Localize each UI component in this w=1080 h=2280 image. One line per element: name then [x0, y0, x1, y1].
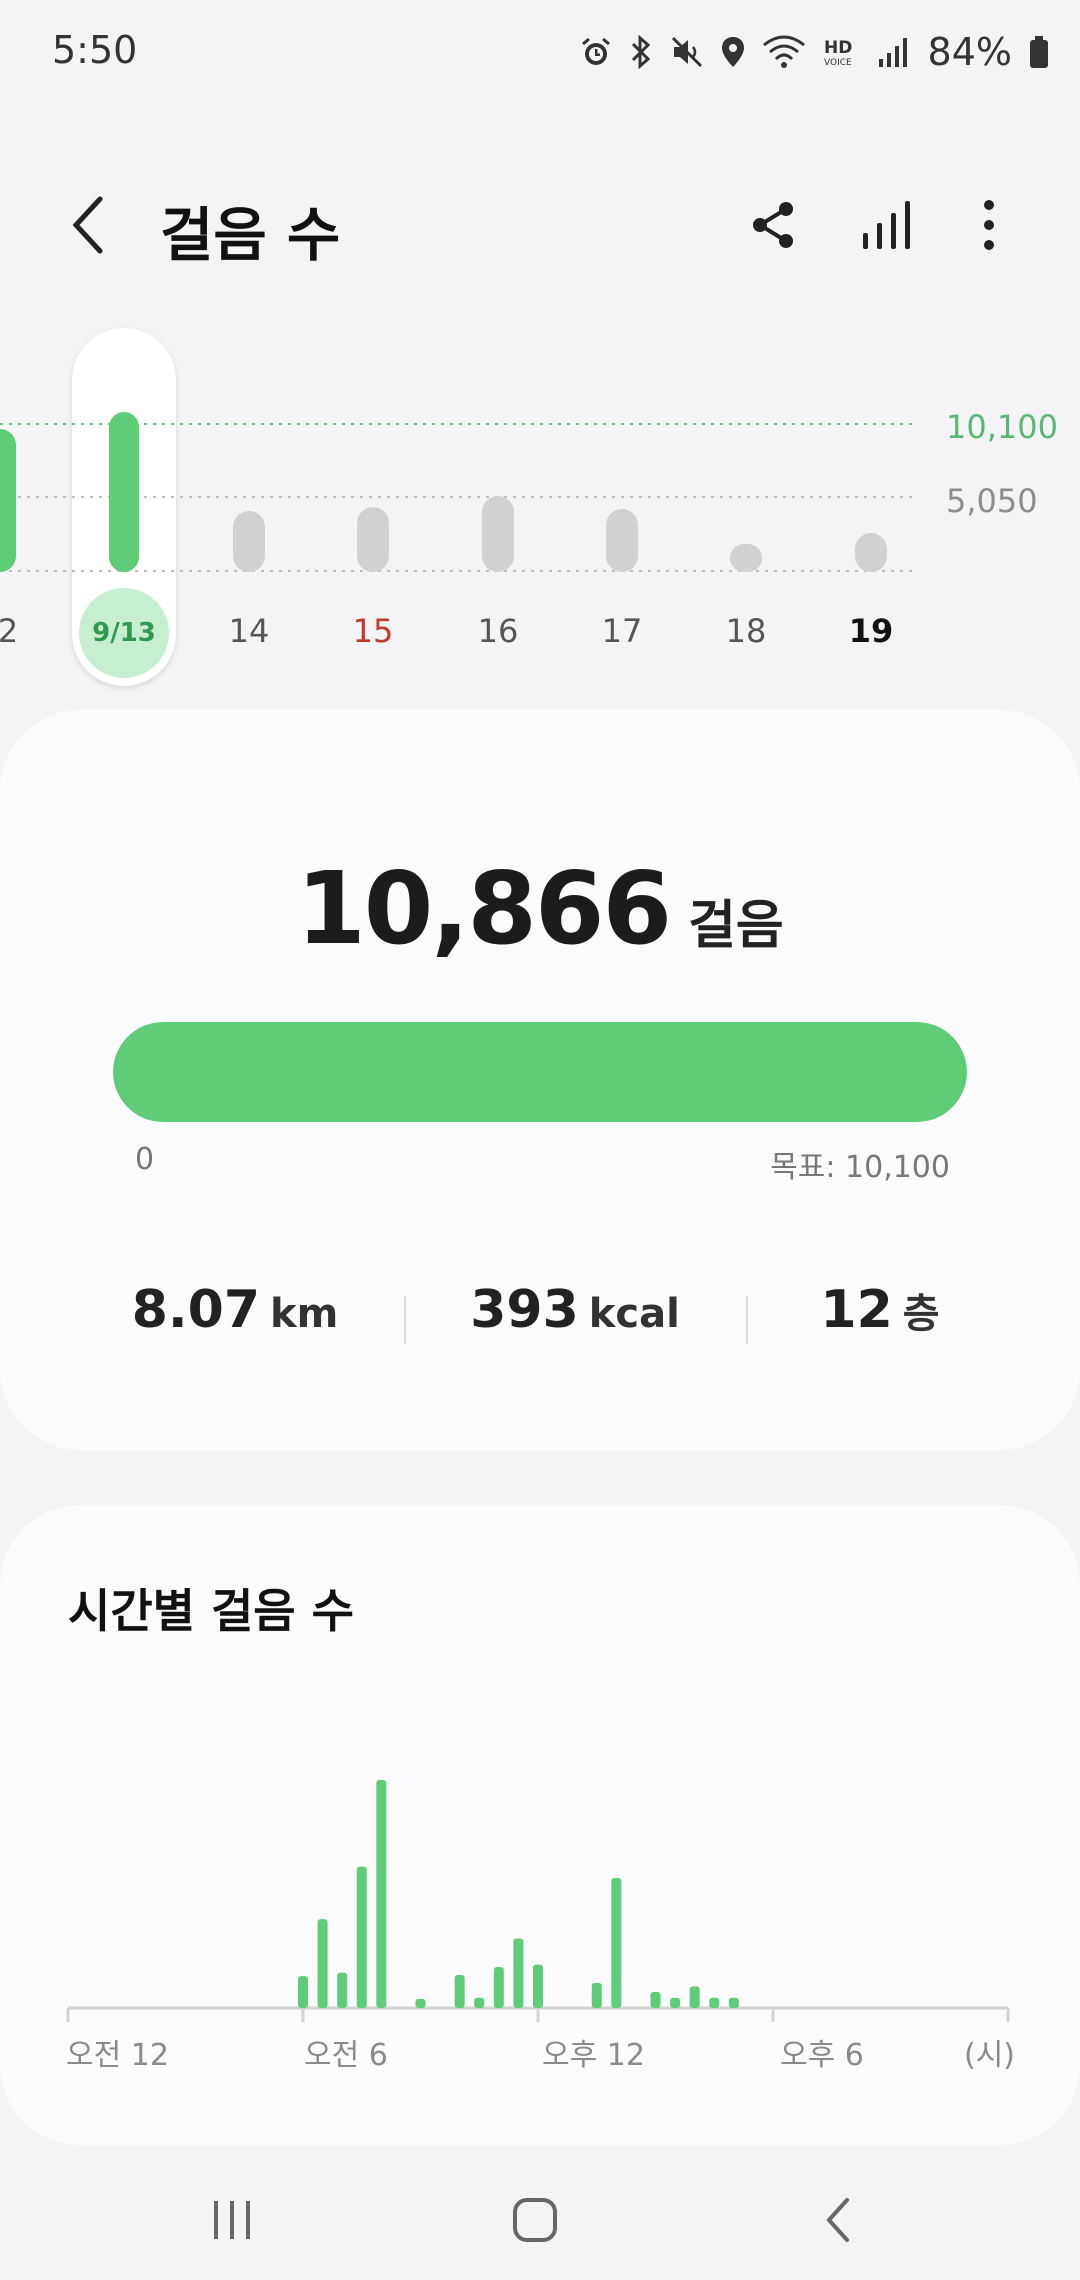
hd-voice-icon: HD VOICE	[822, 35, 862, 69]
distance-unit: km	[270, 1291, 339, 1337]
floors-value: 12	[820, 1280, 893, 1340]
day-bar-1[interactable]	[109, 412, 139, 572]
hourly-bar-17	[728, 1997, 739, 2008]
day-bar-2[interactable]	[233, 510, 265, 572]
trends-button[interactable]	[852, 190, 922, 260]
calories-stat: 393 kcal	[405, 1280, 745, 1340]
floors-unit: 층	[902, 1291, 940, 1337]
day-bar-3[interactable]	[357, 506, 389, 572]
hourly-bar-6	[454, 1974, 465, 2008]
recents-icon	[214, 2201, 250, 2239]
steps-summary-card: 10,866 걸음 0 목표: 10,100 8.07 km 393 kcal 12 층	[0, 710, 1080, 1450]
status-icons: HD VOICE 84%	[580, 28, 1050, 76]
day-bar-5[interactable]	[606, 509, 638, 572]
hourly-bar-3	[356, 1866, 367, 2008]
back-icon	[72, 196, 103, 254]
wifi-icon	[762, 35, 806, 69]
distance-value: 8.07	[131, 1280, 261, 1340]
svg-text:HD: HD	[824, 38, 852, 58]
home-button[interactable]	[475, 2180, 595, 2260]
day-label-7[interactable]: 19	[821, 612, 921, 650]
home-icon	[513, 2198, 557, 2242]
recents-button[interactable]	[172, 2180, 292, 2260]
hourly-bar-14	[670, 1997, 681, 2008]
activity-stats: 8.07 km 393 kcal 12 층	[0, 1280, 1080, 1370]
back-button[interactable]	[58, 190, 118, 260]
weekly-steps-chart: 10,100 5,050 2 14 15 16 17 18 19 9/13	[0, 320, 1080, 700]
day-bar-6[interactable]	[730, 544, 762, 572]
app-header: 걸음 수	[0, 170, 1080, 280]
hourly-bar-8	[493, 1966, 504, 2008]
x-label-unit: (시)	[964, 2038, 1016, 2073]
day-bar-7[interactable]	[855, 532, 887, 572]
battery-icon	[1028, 35, 1050, 69]
system-nav-bar	[0, 2160, 1080, 2280]
day-bar-0[interactable]	[0, 429, 16, 572]
more-options-button[interactable]	[954, 190, 1024, 260]
hourly-bar-0	[298, 1976, 308, 2008]
hourly-bar-1	[317, 1919, 328, 2008]
day-label-4[interactable]: 16	[448, 612, 548, 650]
svg-text:VOICE: VOICE	[824, 58, 852, 68]
selected-date-badge[interactable]: 9/13	[79, 588, 169, 678]
location-icon	[720, 35, 746, 69]
hourly-bar-5	[415, 1998, 426, 2008]
back-nav-button[interactable]	[778, 2180, 898, 2260]
hourly-bar-11	[591, 1982, 602, 2008]
day-bar-4[interactable]	[482, 496, 514, 572]
steps-total: 10,866 걸음	[0, 850, 1080, 967]
hourly-bar-9	[513, 1938, 524, 2008]
hourly-bar-15	[689, 1986, 700, 2008]
mute-icon	[670, 35, 704, 69]
x-label-18: 오후 6	[780, 2038, 864, 2073]
hourly-bar-12	[611, 1878, 622, 2008]
day-label-6[interactable]: 18	[696, 612, 796, 650]
calories-unit: kcal	[588, 1291, 680, 1337]
progress-goal-label: 목표: 10,100	[770, 1150, 950, 1185]
share-button[interactable]	[738, 190, 808, 260]
day-label-3[interactable]: 15	[323, 612, 423, 650]
status-time: 5:50	[52, 28, 138, 72]
status-bar: 5:50 HD VOICE 84%	[0, 0, 1080, 110]
distance-stat: 8.07 km	[65, 1280, 405, 1340]
day-label-0[interactable]: 2	[0, 612, 58, 650]
hourly-bar-2	[337, 1972, 348, 2008]
alarm-icon	[580, 36, 612, 68]
hourly-bar-7	[474, 1997, 485, 2008]
hourly-bar-13	[650, 1992, 661, 2008]
share-icon	[753, 202, 793, 248]
half-goal-line-label: 5,050	[946, 482, 1038, 520]
hourly-bar-16	[709, 1997, 720, 2008]
steps-progress-bar	[113, 1022, 967, 1122]
day-label-2[interactable]: 14	[199, 612, 299, 650]
bar-chart-icon	[863, 201, 910, 249]
steps-unit: 걸음	[688, 896, 784, 956]
page-title: 걸음 수	[160, 201, 341, 269]
back-nav-icon	[826, 2198, 849, 2242]
x-label-12: 오후 12	[542, 2038, 645, 2073]
signal-icon	[878, 35, 908, 69]
battery-percent: 84%	[927, 30, 1012, 74]
hourly-bar-10	[533, 1964, 543, 2008]
more-icon	[984, 200, 994, 250]
progress-min-label: 0	[135, 1142, 155, 1177]
floors-stat: 12 층	[710, 1280, 1050, 1340]
hourly-bar-4	[376, 1780, 387, 2008]
goal-line-label: 10,100	[946, 408, 1058, 446]
calories-value: 393	[470, 1280, 579, 1340]
bluetooth-icon	[628, 35, 654, 69]
x-label-0: 오전 12	[66, 2038, 169, 2073]
steps-value: 10,866	[296, 850, 672, 967]
hourly-steps-card[interactable]: 시간별 걸음 수 오전 12 오전 6 오후 12 오후 6 (시)	[0, 1505, 1080, 2145]
steps-progress-fill	[113, 1022, 967, 1122]
day-label-5[interactable]: 17	[572, 612, 672, 650]
x-label-6: 오전 6	[304, 2038, 388, 2073]
